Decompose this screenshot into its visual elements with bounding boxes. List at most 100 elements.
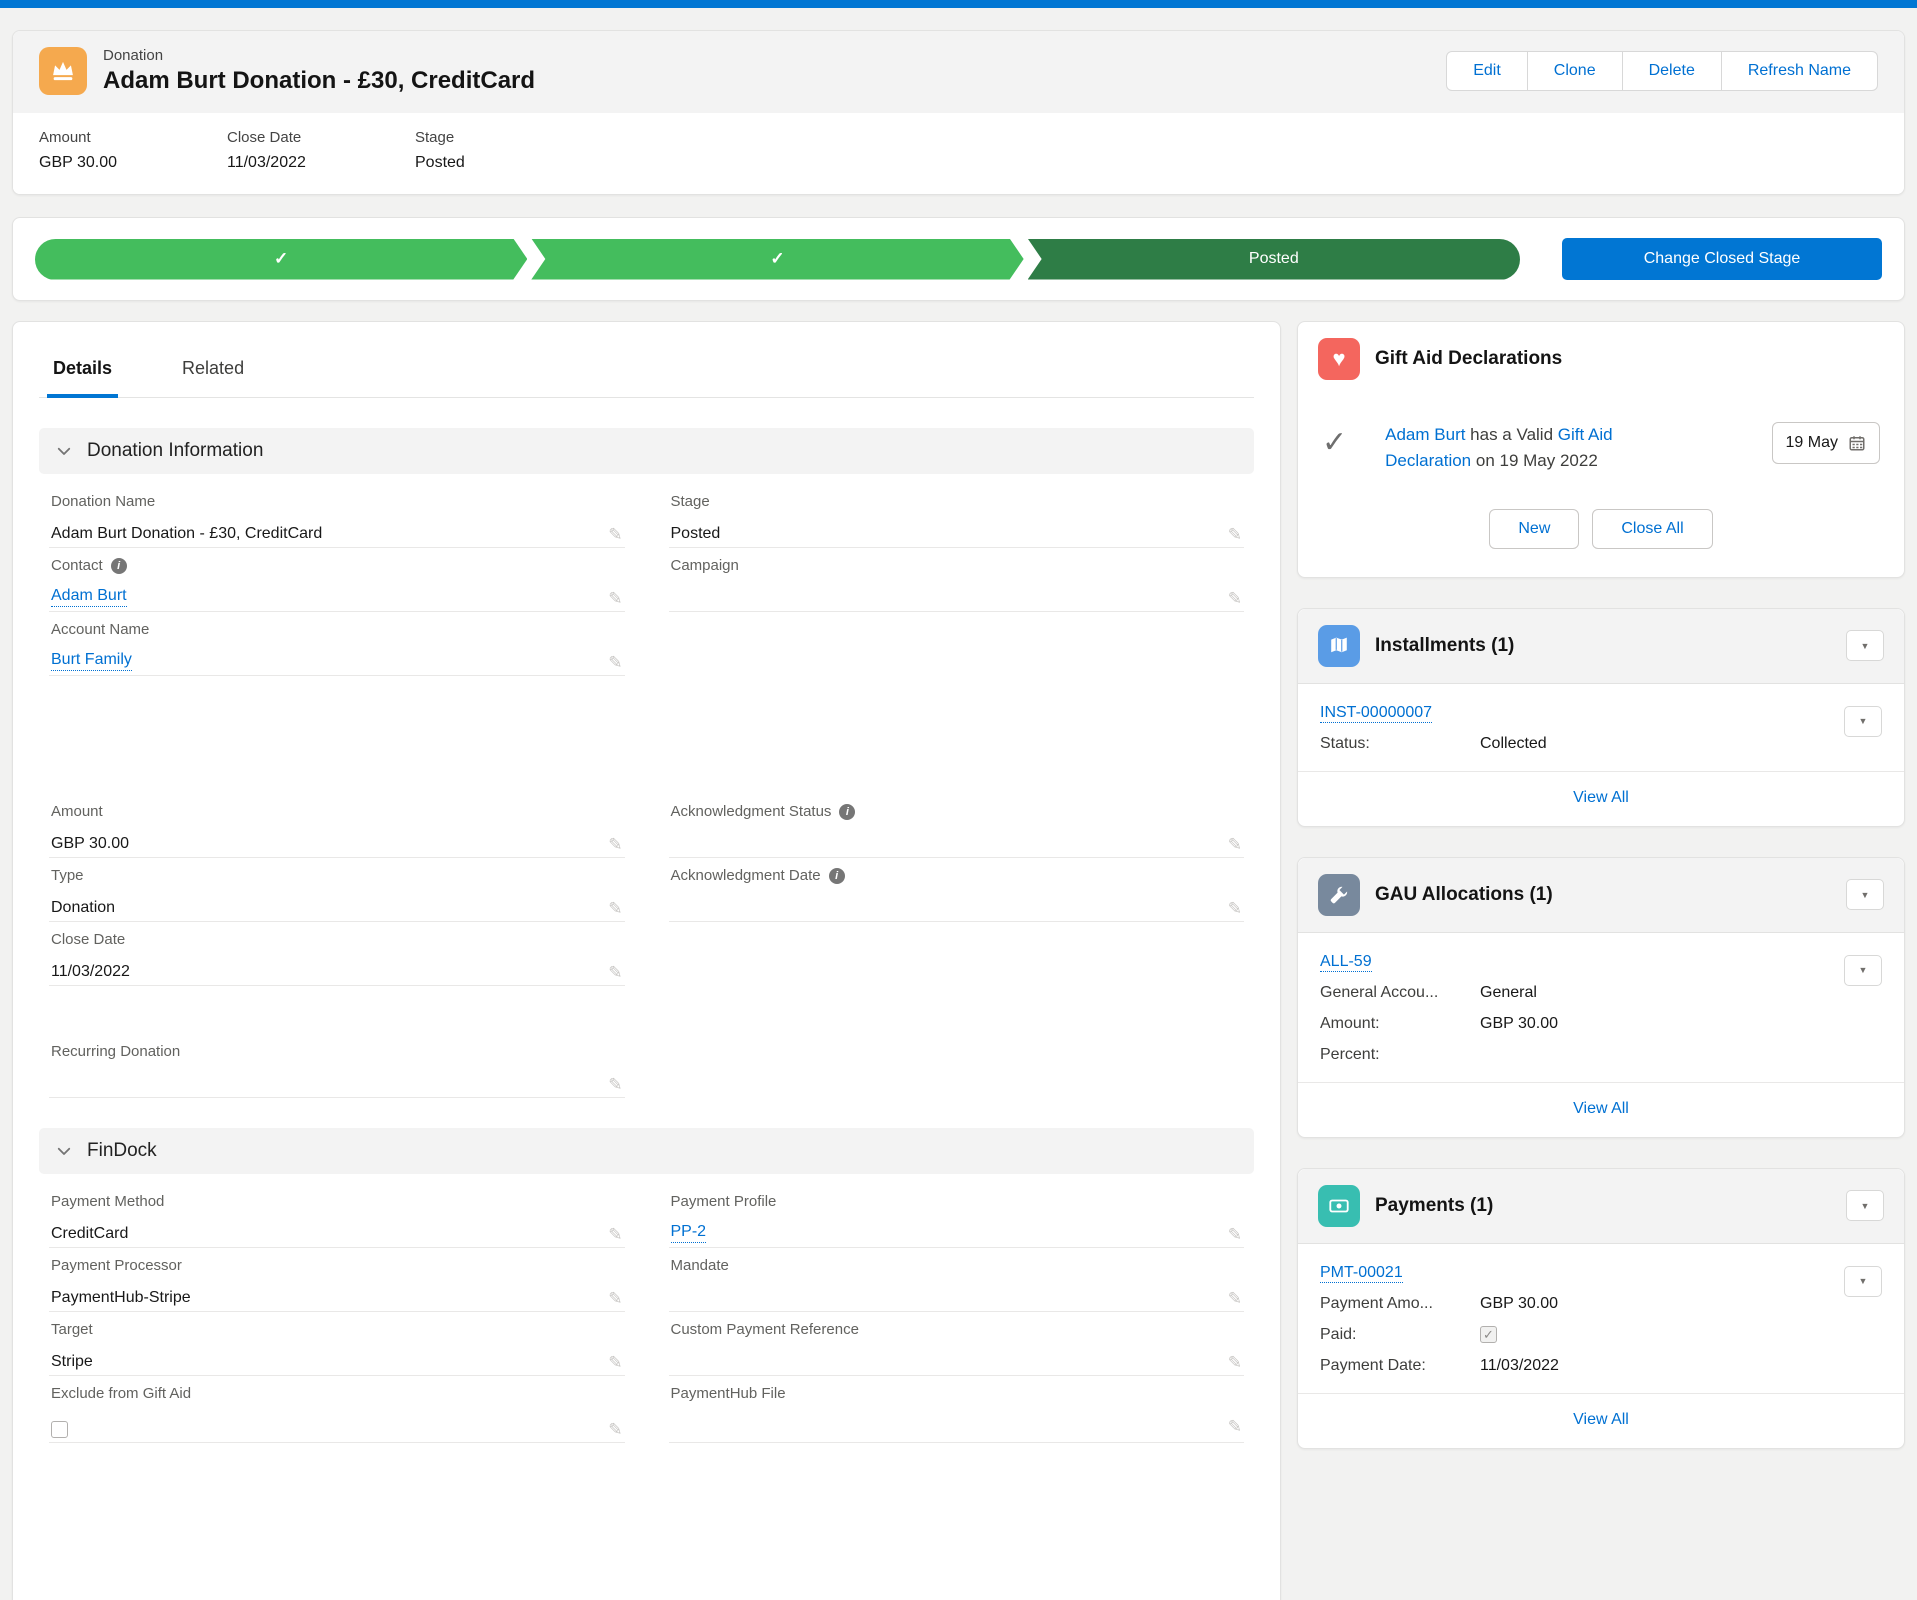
declaration-date-input[interactable]: 19 May <box>1772 422 1880 464</box>
exclude-from-gift-aid-checkbox[interactable] <box>51 1421 68 1438</box>
payment-processor-label: Payment Processor <box>51 1257 182 1274</box>
chevron-down-icon[interactable]: ▼ <box>1846 630 1884 661</box>
section-findock[interactable]: FinDock <box>39 1128 1254 1174</box>
contact-link[interactable]: Adam Burt <box>1385 425 1465 444</box>
campaign-label: Campaign <box>671 557 739 574</box>
field-account-name: Account Name Burt Family ✎ <box>49 612 625 676</box>
gau-account-link[interactable]: General <box>1480 984 1537 1002</box>
view-all-link[interactable]: View All <box>1573 789 1629 806</box>
info-icon[interactable]: i <box>829 868 845 884</box>
view-all-link[interactable]: View All <box>1573 1100 1629 1117</box>
empty-field <box>49 676 625 794</box>
payment-profile-link[interactable]: PP-2 <box>671 1223 707 1243</box>
edit-pencil-icon[interactable]: ✎ <box>1228 526 1242 543</box>
statement-text: on 19 May 2022 <box>1471 451 1598 470</box>
payment-record-link[interactable]: PMT-00021 <box>1320 1264 1403 1283</box>
edit-pencil-icon[interactable]: ✎ <box>608 1290 622 1307</box>
section-title: Donation Information <box>87 440 263 462</box>
edit-pencil-icon[interactable]: ✎ <box>608 836 622 853</box>
path-stage-1-complete[interactable]: ✓ <box>35 239 527 280</box>
wrench-icon <box>1328 884 1350 906</box>
chevron-down-icon[interactable]: ▼ <box>1846 879 1884 910</box>
tab-details[interactable]: Details <box>47 350 118 398</box>
recurring-donation-label: Recurring Donation <box>51 1043 180 1060</box>
gau-amount-row: Amount: GBP 30.00 <box>1320 1015 1882 1033</box>
field-donation-name: Donation Name Adam Burt Donation - £30, … <box>49 484 625 548</box>
edit-pencil-icon[interactable]: ✎ <box>1228 900 1242 917</box>
close-all-button[interactable]: Close All <box>1592 509 1712 549</box>
global-nav-bar <box>0 0 1917 8</box>
chevron-down-icon[interactable]: ▼ <box>1844 955 1882 986</box>
contact-link[interactable]: Adam Burt <box>51 587 127 607</box>
view-all-link[interactable]: View All <box>1573 1411 1629 1428</box>
edit-pencil-icon[interactable]: ✎ <box>608 1076 622 1093</box>
section-donation-information[interactable]: Donation Information <box>39 428 1254 474</box>
edit-button[interactable]: Edit <box>1446 51 1528 91</box>
edit-pencil-icon[interactable]: ✎ <box>608 1354 622 1371</box>
edit-pencil-icon[interactable]: ✎ <box>608 1226 622 1243</box>
new-declaration-button[interactable]: New <box>1489 509 1579 549</box>
chevron-down-icon[interactable]: ▼ <box>1844 706 1882 737</box>
highlight-stage-value: Posted <box>415 154 545 172</box>
account-name-link[interactable]: Burt Family <box>51 651 132 671</box>
valid-check-icon: ✓ <box>1322 428 1347 458</box>
edit-pencil-icon[interactable]: ✎ <box>608 900 622 917</box>
edit-pencil-icon[interactable]: ✎ <box>608 526 622 543</box>
gift-aid-statement: Adam Burt has a Valid Gift Aid Declarati… <box>1385 422 1665 475</box>
field-contact: Contact i Adam Burt ✎ <box>49 548 625 612</box>
tab-related[interactable]: Related <box>176 350 250 397</box>
installments-title: Installments (1) <box>1375 635 1514 657</box>
current-stage-label: Posted <box>1249 250 1299 268</box>
mandate-label: Mandate <box>671 1257 729 1274</box>
clone-button[interactable]: Clone <box>1528 51 1623 91</box>
chevron-down-icon[interactable]: ▼ <box>1844 1266 1882 1297</box>
edit-pencil-icon[interactable]: ✎ <box>608 1421 622 1438</box>
edit-pencil-icon[interactable]: ✎ <box>1228 590 1242 607</box>
paymenthub-file-label: PaymentHub File <box>671 1385 786 1402</box>
gift-aid-actions: New Close All <box>1298 475 1904 577</box>
installments-body: INST-00000007 ▼ Status: Collected <box>1298 684 1904 771</box>
edit-pencil-icon[interactable]: ✎ <box>608 964 622 981</box>
edit-pencil-icon[interactable]: ✎ <box>608 654 622 671</box>
installment-status-row: Status: Collected <box>1320 735 1882 753</box>
chevron-down-icon[interactable]: ▼ <box>1846 1190 1884 1221</box>
empty-field <box>669 922 1245 986</box>
calendar-icon[interactable] <box>1848 434 1866 452</box>
path-stage-posted-current[interactable]: Posted <box>1028 239 1520 280</box>
change-closed-stage-button[interactable]: Change Closed Stage <box>1562 238 1882 280</box>
edit-pencil-icon[interactable]: ✎ <box>1228 1226 1242 1243</box>
paid-label: Paid: <box>1320 1326 1480 1344</box>
edit-pencil-icon[interactable]: ✎ <box>1228 1354 1242 1371</box>
payment-amount-row: Payment Amo... GBP 30.00 <box>1320 1295 1882 1313</box>
gau-account-label: General Accou... <box>1320 984 1480 1002</box>
page: Donation Adam Burt Donation - £30, Credi… <box>0 8 1917 1600</box>
stage-complete-check-icon: ✓ <box>770 249 784 269</box>
edit-pencil-icon[interactable]: ✎ <box>1228 1290 1242 1307</box>
field-payment-method: Payment Method CreditCard ✎ <box>49 1184 625 1248</box>
object-label: Donation <box>103 47 535 64</box>
main-content: Details Related Donation Information Don… <box>12 321 1905 1600</box>
installment-record-link[interactable]: INST-00000007 <box>1320 704 1432 723</box>
highlight-stage: Stage Posted <box>415 129 545 172</box>
payment-date-label: Payment Date: <box>1320 1357 1480 1375</box>
edit-pencil-icon[interactable]: ✎ <box>608 590 622 607</box>
paid-checkbox[interactable]: ✓ <box>1480 1326 1497 1343</box>
edit-pencil-icon[interactable]: ✎ <box>1228 1418 1242 1435</box>
refresh-name-button[interactable]: Refresh Name <box>1722 51 1878 91</box>
wrench-icon <box>1318 874 1360 916</box>
type-value: Donation <box>51 899 115 917</box>
gau-record-link[interactable]: ALL-59 <box>1320 953 1372 972</box>
gift-aid-declarations-card: ♥ Gift Aid Declarations ✓ Adam Burt has … <box>1297 321 1905 578</box>
record-header-card: Donation Adam Burt Donation - £30, Credi… <box>12 30 1905 195</box>
empty-field <box>669 676 1245 794</box>
delete-button[interactable]: Delete <box>1623 51 1722 91</box>
payment-date-row: Payment Date: 11/03/2022 <box>1320 1357 1882 1375</box>
field-exclude-from-gift-aid: Exclude from Gift Aid ✎ <box>49 1376 625 1443</box>
contact-label: Contact <box>51 557 103 574</box>
info-icon[interactable]: i <box>111 558 127 574</box>
info-icon[interactable]: i <box>839 804 855 820</box>
path-stage-2-complete[interactable]: ✓ <box>531 239 1023 280</box>
donation-information-fields: Donation Name Adam Burt Donation - £30, … <box>39 474 1254 1098</box>
edit-pencil-icon[interactable]: ✎ <box>1228 836 1242 853</box>
gau-allocations-body: ALL-59 ▼ General Accou... General Amount… <box>1298 933 1904 1082</box>
